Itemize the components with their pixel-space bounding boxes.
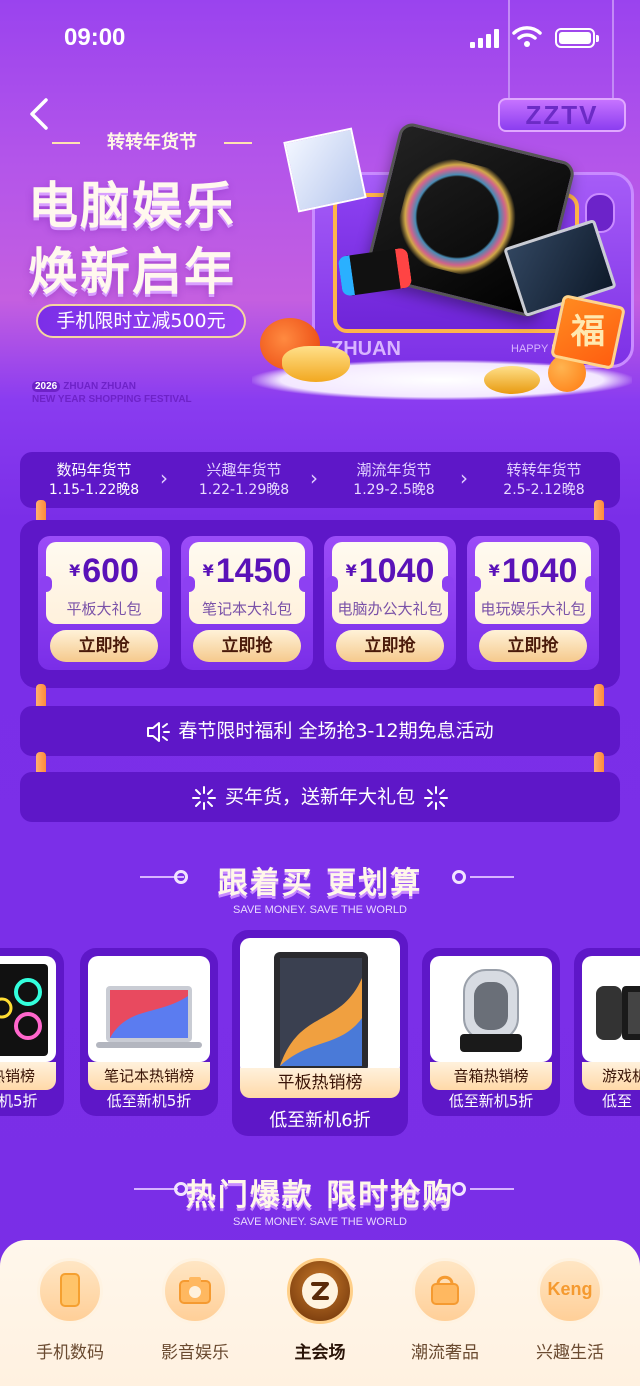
hero-title-line2: 焕新启年 [28, 243, 236, 301]
ranking-card[interactable]: 热销榜 机5折 [0, 948, 64, 1116]
coupon-name: 笔记本大礼包 [201, 600, 292, 618]
keng-icon: Keng [547, 1279, 593, 1299]
coupon-amount: 1040 [358, 552, 435, 590]
gold-ingot-icon [282, 346, 350, 382]
tab-label: 主会场 [294, 1343, 346, 1363]
grab-button[interactable]: 立即抢 [193, 630, 301, 662]
tab-main-venue[interactable]: 主会场 [256, 1258, 384, 1363]
coupon-card: ¥1040 电玩娱乐大礼包 立即抢 [467, 536, 599, 670]
speaker-announce-icon [147, 721, 171, 742]
tab-phone-digital[interactable]: 手机数码 [6, 1258, 134, 1363]
firework-icon [424, 785, 448, 810]
ranking-card[interactable]: 笔记本热销榜 低至新机5折 [80, 948, 218, 1116]
coupon-panel: ¥600 平板大礼包 立即抢 ¥1450 笔记本大礼包 立即抢 ¥1040 电脑… [20, 520, 620, 688]
festival-tag: 转转年货节 [52, 128, 252, 158]
bottom-tab-bar: 手机数码 影音娱乐 主会场 潮流奢品 Keng 兴趣生活 [0, 1240, 640, 1386]
handbag-icon [431, 1275, 459, 1305]
grab-button[interactable]: 立即抢 [336, 630, 444, 662]
hero-title-line1: 电脑娱乐 [28, 177, 236, 235]
ranking-subtitle: 机5折 [0, 1092, 38, 1110]
tab-label: 手机数码 [36, 1343, 104, 1363]
tab-label: 兴趣生活 [536, 1343, 604, 1363]
coupon-amount: 1040 [501, 552, 578, 590]
festival-en-line2: NEW YEAR SHOPPING FESTIVAL [32, 394, 192, 405]
section-hot-title: 热门爆款 限时抢购 [185, 1178, 455, 1213]
interest-free-text: 春节限时福利 全场抢3-12期免息活动 [178, 720, 494, 742]
gold-coins-icon [484, 366, 540, 394]
coupon-name: 平板大礼包 [66, 600, 142, 618]
section-follow-header: 跟着买 更划算 SAVE MONEY. SAVE THE WORLD [0, 858, 640, 916]
section-follow-subtitle: SAVE MONEY. SAVE THE WORLD [232, 904, 407, 916]
ranking-label: 游戏机 [582, 1062, 640, 1090]
schedule-item[interactable]: 转转年货节 2.5-2.12晚8 [474, 460, 614, 500]
ranking-card[interactable]: 音箱热销榜 低至新机5折 [422, 948, 560, 1116]
pc-tower-icon [0, 964, 48, 1056]
battery-icon [555, 28, 599, 48]
festival-year: 2026 [32, 381, 61, 392]
chevron-right-icon: › [460, 466, 468, 490]
page: 09:00 ZZTV 转转年货节 电脑娱乐 焕新启年 手机限时立减500元 20… [0, 0, 640, 1386]
schedule-item[interactable]: 数码年货节 1.15-1.22晚8 [24, 460, 164, 500]
schedule-bar: 数码年货节 1.15-1.22晚8 › 兴趣年货节 1.22-1.29晚8 › … [20, 452, 620, 508]
ranking-subtitle: 低至新机5折 [106, 1092, 192, 1110]
back-arrow-icon[interactable] [26, 96, 54, 132]
pc-case-icon [283, 127, 367, 213]
firework-icon [191, 785, 216, 810]
coupon-card: ¥1040 电脑办公大礼包 立即抢 [324, 536, 456, 670]
ranking-card[interactable]: 平板热销榜 低至新机6折 [232, 930, 408, 1136]
coupon-card: ¥600 平板大礼包 立即抢 [38, 536, 170, 670]
ranking-label: 热销榜 [0, 1062, 56, 1090]
laptop-icon [96, 986, 202, 1048]
status-time: 09:00 [64, 24, 126, 51]
grab-button[interactable]: 立即抢 [50, 630, 158, 662]
tab-av-entertainment[interactable]: 影音娱乐 [131, 1258, 259, 1363]
coupon-card: ¥1450 笔记本大礼包 立即抢 [181, 536, 313, 670]
ranking-label: 平板热销榜 [240, 1068, 400, 1098]
tablet-icon [274, 952, 368, 1072]
ranking-subtitle: 低至新机6折 [269, 1110, 371, 1131]
ranking-label: 笔记本热销榜 [88, 1062, 210, 1090]
tab-label: 潮流奢品 [411, 1343, 479, 1363]
speaker-icon [460, 969, 522, 1052]
schedule-item[interactable]: 兴趣年货节 1.22-1.29晚8 [174, 460, 314, 500]
game-console-icon [596, 986, 640, 1040]
chevron-right-icon: › [160, 466, 168, 490]
ranking-subtitle: 低至新机5折 [448, 1092, 534, 1110]
main-venue-icon [302, 1273, 338, 1309]
chevron-right-icon: › [310, 466, 318, 490]
fu-sign: 福 [550, 294, 626, 370]
coupon-amount: 1450 [215, 552, 292, 590]
section-hot-header: 热门爆款 限时抢购 SAVE MONEY. SAVE THE WORLD [0, 1170, 640, 1228]
section-hot-subtitle: SAVE MONEY. SAVE THE WORLD [232, 1216, 407, 1228]
tab-label: 影音娱乐 [161, 1343, 229, 1363]
phone-icon [60, 1273, 80, 1307]
zztv-sign: ZZTV [498, 98, 626, 132]
signal-icon [470, 28, 502, 48]
status-bar: 09:00 [0, 0, 640, 76]
ranking-card[interactable]: 游戏机 低至 [574, 948, 640, 1116]
section-follow-title: 跟着买 更划算 [217, 866, 423, 901]
schedule-item[interactable]: 潮流年货节 1.29-2.5晚8 [324, 460, 464, 500]
interest-free-banner[interactable]: 春节限时福利 全场抢3-12期免息活动 [20, 706, 620, 756]
ranking-subtitle: 低至 [602, 1092, 633, 1110]
coupon-name: 电脑办公大礼包 [337, 600, 443, 618]
tab-trend-luxury[interactable]: 潮流奢品 [381, 1258, 509, 1363]
wifi-icon [512, 26, 542, 47]
ranking-label: 音箱热销榜 [430, 1062, 552, 1090]
camera-icon [179, 1277, 211, 1304]
tab-interest-life[interactable]: Keng 兴趣生活 [506, 1258, 634, 1363]
promo-pill[interactable]: 手机限时立减500元 [36, 304, 246, 338]
gift-banner[interactable]: 买年货，送新年大礼包 [20, 772, 620, 822]
festival-en-line1: ZHUAN ZHUAN [63, 381, 137, 392]
gift-text: 买年货，送新年大礼包 [224, 786, 415, 808]
festival-en-text: 2026 ZHUAN ZHUAN NEW YEAR SHOPPING FESTIV… [32, 380, 192, 406]
grab-button[interactable]: 立即抢 [479, 630, 587, 662]
coupon-name: 电玩娱乐大礼包 [480, 600, 586, 618]
coupon-amount: 600 [82, 552, 139, 590]
